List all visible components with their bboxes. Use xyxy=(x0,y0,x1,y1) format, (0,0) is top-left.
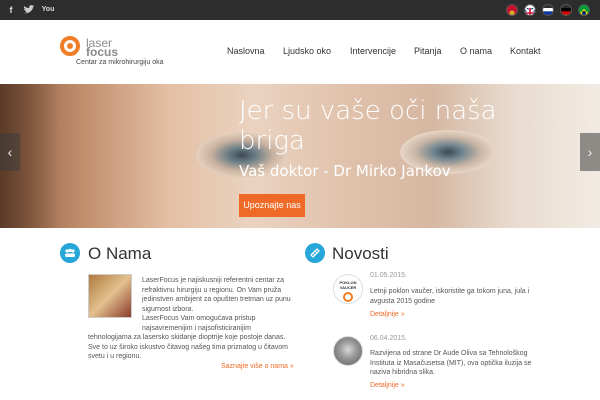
hero-subtitle: Vaš doktor - Dr Mirko Jankov xyxy=(239,162,451,180)
about-title: O Nama xyxy=(88,244,152,263)
nav-o-nama[interactable]: O nama xyxy=(460,46,492,56)
ticket-icon xyxy=(305,243,325,263)
nav-naslovna[interactable]: Naslovna xyxy=(227,46,265,56)
germany-flag-icon[interactable] xyxy=(560,4,572,16)
hybrid-image-thumb[interactable] xyxy=(333,336,363,366)
news-date: 06.04.2015. xyxy=(370,335,407,342)
upoznajte-nas-button[interactable]: Upoznajte nas xyxy=(239,194,305,217)
slider-prev-button[interactable]: ‹ xyxy=(0,133,20,171)
hero-title: Jer su vaše oči naša briga xyxy=(239,96,497,156)
top-bar: f You xyxy=(0,0,600,20)
logo-focus[interactable]: focus xyxy=(86,45,118,59)
nav-ljudsko-oko[interactable]: Ljudsko oko xyxy=(283,46,331,56)
about-more-link[interactable]: Saznajte više o nama » xyxy=(221,363,294,370)
news-title: Novosti xyxy=(332,244,389,263)
brazil-flag-icon[interactable] xyxy=(578,4,590,16)
news-detail-link[interactable]: Detaljnije » xyxy=(370,382,405,389)
nav-pitanja[interactable]: Pitanja xyxy=(414,46,442,56)
news-text: Razvijena od strane Dr Aude Oliva sa Teh… xyxy=(370,350,532,376)
nav-kontakt[interactable]: Kontakt xyxy=(510,46,541,56)
russia-flag-icon[interactable] xyxy=(542,4,554,16)
logo-tagline: Centar za mikrohirurgiju oka xyxy=(76,59,164,66)
twitter-icon[interactable] xyxy=(22,3,36,17)
youtube-icon[interactable]: You xyxy=(40,3,56,17)
news-text: Letnji poklon vaučer, iskoristite ga tok… xyxy=(370,288,530,305)
clinic-image xyxy=(88,274,132,318)
uk-flag-icon[interactable] xyxy=(524,4,536,16)
about-text-right: LaserFocus je najiskusniji referentni ce… xyxy=(142,277,291,332)
facebook-icon[interactable]: f xyxy=(4,3,18,17)
slider-next-button[interactable]: › xyxy=(580,133,600,171)
people-icon xyxy=(60,243,80,263)
logo-icon[interactable] xyxy=(60,36,80,56)
nav-intervencije[interactable]: Intervencije xyxy=(350,46,396,56)
news-detail-link[interactable]: Detaljnije » xyxy=(370,311,405,318)
news-date: 01.05.2015. xyxy=(370,272,407,279)
about-text-full: tehnologijama za lasersko skidanje diopt… xyxy=(88,334,288,360)
montenegro-flag-icon[interactable] xyxy=(506,4,518,16)
voucher-thumb[interactable]: POKLON VAUCER xyxy=(333,274,363,304)
